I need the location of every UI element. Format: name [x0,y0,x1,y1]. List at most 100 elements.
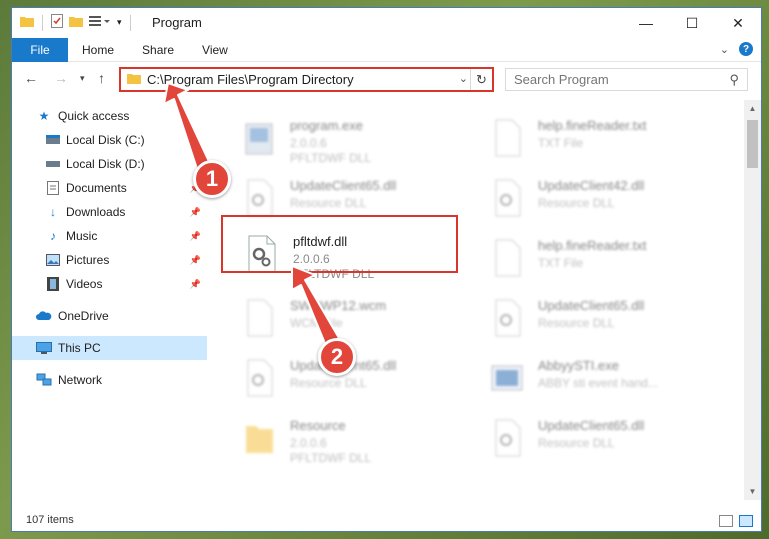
new-folder-icon[interactable] [69,15,83,30]
dll-file-icon [242,358,276,398]
file-detail: WCM File [290,316,343,330]
file-item[interactable]: UpdateClient42.dll Resource DLL [480,170,710,222]
divider [129,14,131,31]
file-name: UpdateClient65.dll [538,298,645,313]
sidebar-item-label: Downloads [66,205,126,219]
navigation-bar: ← → ▾ ↑ C:\Program Files\Program Directo… [12,64,761,94]
sidebar-item-local-disk-c[interactable]: Local Disk (C:) [12,128,207,152]
view-switcher [719,515,753,527]
sidebar-item-pictures[interactable]: Pictures 📌 [12,248,207,272]
tab-file[interactable]: File [12,37,68,62]
sidebar-item-quick-access[interactable]: ★ Quick access [12,104,207,128]
chevron-down-icon[interactable]: ⌄ [720,43,729,56]
sidebar-item-label: Local Disk (D:) [66,157,145,171]
file-detail: 2.0.0.6 [290,436,327,450]
sidebar-item-label: Music [66,229,98,243]
file-detail: Resource DLL [290,376,367,390]
dll-file-icon [490,178,524,218]
sidebar-item-downloads[interactable]: ↓ Downloads 📌 [12,200,207,224]
file-name: help.fineReader.txt [538,238,647,253]
close-button[interactable]: ✕ [715,8,761,38]
folder-icon [242,418,276,458]
search-icon[interactable]: ⚲ [729,72,739,88]
documents-icon [45,180,61,196]
properties-icon[interactable] [51,14,63,31]
tiles-view-icon[interactable] [739,515,753,527]
dll-file-icon [490,298,524,338]
file-item[interactable]: UpdateClient65.dll Resource DLL [480,410,710,462]
file-name: help.fineReader.txt [538,118,647,133]
file-detail: Resource DLL [538,196,615,210]
sidebar-item-onedrive[interactable]: OneDrive [12,304,207,328]
maximize-button[interactable]: ☐ [669,8,715,38]
customize-icon[interactable] [89,15,111,30]
text-file-icon [490,118,524,158]
details-view-icon[interactable] [719,515,733,527]
file-item[interactable]: program.exe 2.0.0.6 PFLTDWF DLL [232,110,462,165]
file-item[interactable]: UpdateClient65.dll Resource DLL [480,290,710,342]
dll-file-icon [490,418,524,458]
file-detail: Resource DLL [538,316,615,330]
file-detail: PFLTDWF DLL [290,451,372,465]
tab-view[interactable]: View [188,38,242,62]
ribbon-tabs: File Home Share View [12,37,761,62]
back-arrow-icon[interactable]: ← [24,70,38,86]
sidebar-item-local-disk-d[interactable]: Local Disk (D:) [12,152,207,176]
exe-file-icon [242,118,276,158]
sidebar-item-network[interactable]: Network [12,368,207,392]
file-highlight-box [221,215,458,273]
tab-home[interactable]: Home [68,38,128,62]
sidebar-item-label: Quick access [58,109,130,123]
ribbon-controls: ⌄ ? [720,42,753,56]
scroll-thumb[interactable] [747,120,758,168]
exe-file-icon [490,358,524,398]
recent-locations-icon[interactable]: ▾ [80,73,85,84]
file-name: UpdateClient65.dll [538,418,645,433]
step-badge-1: 1 [193,160,231,198]
folder-icon [20,15,34,30]
up-arrow-icon[interactable]: ↑ [98,70,105,86]
pin-icon[interactable]: 📌 [190,255,201,266]
scroll-up-icon[interactable]: ▲ [744,100,761,117]
sidebar-item-documents[interactable]: Documents 📌 [12,176,207,200]
search-box[interactable]: ⚲ [505,68,748,91]
minimize-button[interactable]: — [623,8,669,38]
sidebar-item-videos[interactable]: Videos 📌 [12,272,207,296]
star-icon: ★ [38,109,50,123]
file-detail: TXT File [538,136,584,150]
download-icon: ↓ [50,205,56,219]
sidebar-item-this-pc[interactable]: This PC [12,336,207,360]
sidebar-item-music[interactable]: ♪ Music 📌 [12,224,207,248]
step-badge-2: 2 [318,338,356,376]
cloud-icon [36,308,52,324]
file-item[interactable]: Resource 2.0.0.6 PFLTDWF DLL [232,410,462,465]
item-count: 107 items [26,514,74,526]
file-detail: ABBY sti event hand... [538,376,658,390]
forward-arrow-icon[interactable]: → [54,70,68,86]
sidebar-item-label: Pictures [66,253,110,267]
videos-icon [45,276,61,292]
search-input[interactable] [514,72,714,87]
pin-icon[interactable]: 📌 [190,279,201,290]
file-name: program.exe [290,118,363,133]
file-name: Resource [290,418,346,433]
music-icon: ♪ [50,229,56,243]
file-item[interactable]: AbbyySTI.exe ABBY sti event hand... [480,350,710,402]
file-item[interactable]: help.fineReader.txt TXT File [480,110,710,162]
help-icon[interactable]: ? [739,42,753,56]
tab-share[interactable]: Share [128,38,188,62]
divider [42,14,43,31]
scroll-down-icon[interactable]: ▼ [744,483,761,500]
chevron-down-icon[interactable]: ▾ [117,17,122,28]
pin-icon[interactable]: 📌 [190,207,201,218]
window-title: Program [152,15,202,30]
sidebar-item-label: Local Disk (C:) [66,133,145,147]
file-item[interactable]: help.fineReader.txt TXT File [480,230,710,282]
window-controls: — ☐ ✕ [623,8,761,38]
vertical-scrollbar[interactable]: ▲ ▼ [744,100,761,500]
file-name: UpdateClient65.dll [290,178,397,193]
sidebar-item-label: Documents [66,181,127,195]
pin-icon[interactable]: 📌 [190,231,201,242]
generic-file-icon [242,298,276,338]
file-item[interactable]: SWDWP12.wcm WCM File [232,290,462,342]
